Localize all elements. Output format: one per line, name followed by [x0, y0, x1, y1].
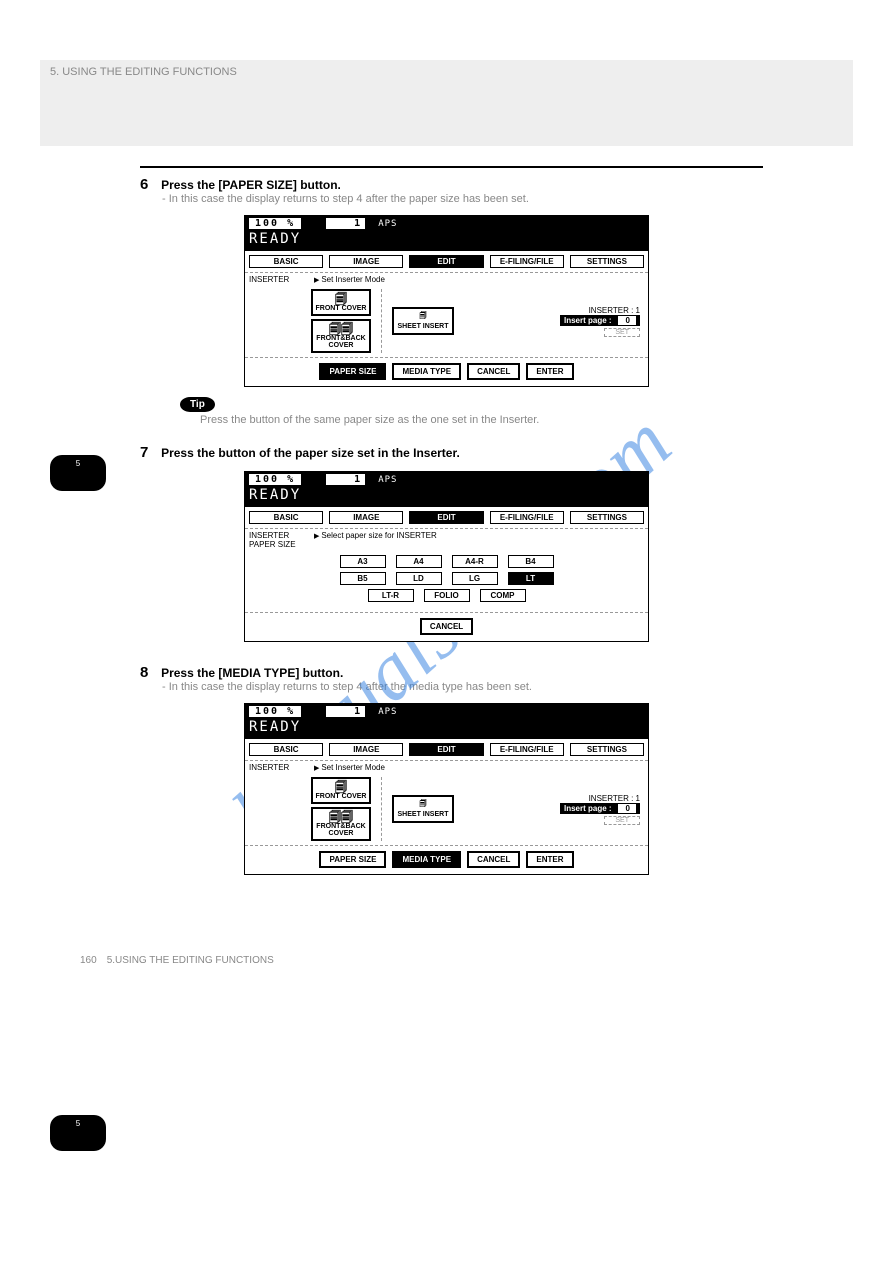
step-sub: - In this case the display returns to st… — [162, 681, 763, 693]
enter-button[interactable]: ENTER — [526, 851, 573, 868]
paper-size-button[interactable]: PAPER SIZE — [319, 851, 386, 868]
mode-left-label: INSERTER — [249, 763, 314, 772]
size-a3-button[interactable]: A3 — [340, 555, 386, 568]
front-back-cover-button[interactable]: 🗐🗐FRONT&BACK COVER — [311, 807, 371, 841]
tab-e-filing-file[interactable]: E-FILING/FILE — [490, 255, 564, 268]
media-type-button[interactable]: MEDIA TYPE — [392, 851, 461, 868]
tab-e-filing-file[interactable]: E-FILING/FILE — [490, 743, 564, 756]
zoom-percent: 100 % — [249, 706, 301, 717]
cancel-button[interactable]: CANCEL — [420, 618, 473, 635]
page-number: 160 — [80, 955, 97, 966]
horizontal-rule — [140, 166, 763, 168]
mode-hint: Select paper size for INSERTER — [314, 531, 437, 549]
tab-image[interactable]: IMAGE — [329, 511, 403, 524]
size-lt-button[interactable]: LT — [508, 572, 554, 585]
zoom-percent: 100 % — [249, 218, 301, 229]
section-header-text: 5. USING THE EDITING FUNCTIONS — [50, 66, 237, 78]
panel-header: 100 % 1 APS READY — [245, 216, 648, 251]
status-ready: READY — [249, 487, 644, 503]
copy-count: 1 — [326, 218, 365, 229]
step-text: Press the button of the paper size set i… — [161, 446, 460, 460]
step-text: Press the [PAPER SIZE] button. — [161, 178, 341, 192]
size-ld-button[interactable]: LD — [396, 572, 442, 585]
tab-edit[interactable]: EDIT — [409, 255, 483, 268]
lcd-panel-b: 100 % 1 APS READY BASIC IMAGE EDIT E-FILING… — [244, 471, 649, 642]
zoom-percent: 100 % — [249, 474, 301, 485]
cancel-button[interactable]: CANCEL — [467, 851, 520, 868]
mode-hint: Set Inserter Mode — [314, 275, 385, 284]
set-button-disabled: SET — [604, 328, 640, 337]
tab-basic[interactable]: BASIC — [249, 511, 323, 524]
tab-basic[interactable]: BASIC — [249, 743, 323, 756]
front-cover-button[interactable]: 🗐FRONT COVER — [311, 777, 371, 804]
front-cover-button[interactable]: 🗐FRONT COVER — [311, 289, 371, 316]
step-6: 6 Press the [PAPER SIZE] button. - In th… — [140, 176, 763, 205]
set-button-disabled: SET — [604, 816, 640, 825]
size-a4-button[interactable]: A4 — [396, 555, 442, 568]
insert-page-band: Insert page : 0 — [560, 315, 640, 326]
vertical-divider — [381, 777, 382, 841]
step-number: 8 — [140, 664, 158, 681]
size-lg-button[interactable]: LG — [452, 572, 498, 585]
size-a4-r-button[interactable]: A4-R — [452, 555, 498, 568]
media-type-button[interactable]: MEDIA TYPE — [392, 363, 461, 380]
sheet-insert-button[interactable]: 🗐SHEET INSERT — [392, 307, 454, 335]
aps-label: APS — [378, 219, 397, 229]
step-sub: - In this case the display returns to st… — [162, 193, 763, 205]
size-lt-r-button[interactable]: LT-R — [368, 589, 414, 602]
status-ready: READY — [249, 719, 644, 735]
tab-edit[interactable]: EDIT — [409, 511, 483, 524]
paper-size-button[interactable]: PAPER SIZE — [319, 363, 386, 380]
status-ready: READY — [249, 231, 644, 247]
aps-label: APS — [378, 475, 397, 485]
vertical-divider — [381, 289, 382, 353]
tab-basic[interactable]: BASIC — [249, 255, 323, 268]
chapter-tab-b: 5 — [50, 1115, 106, 1151]
lcd-panel-c: 100 % 1 APS READY BASIC IMAGE EDIT E-FILING… — [244, 703, 649, 875]
front-back-cover-button[interactable]: 🗐🗐FRONT&BACK COVER — [311, 319, 371, 353]
tab-e-filing-file[interactable]: E-FILING/FILE — [490, 511, 564, 524]
enter-button[interactable]: ENTER — [526, 363, 573, 380]
panel-header: 100 % 1 APS READY — [245, 472, 648, 507]
copy-count: 1 — [326, 474, 365, 485]
tab-settings[interactable]: SETTINGS — [570, 743, 644, 756]
copy-count: 1 — [326, 706, 365, 717]
inserter-tray-info: INSERTER : 1 — [560, 794, 640, 803]
mode-left-label: INSERTER — [249, 275, 314, 284]
tip-text: Press the button of the same paper size … — [200, 414, 853, 426]
inserter-tray-info: INSERTER : 1 — [560, 306, 640, 315]
insert-page-label: Insert page : — [564, 804, 612, 813]
insert-page-value[interactable]: 0 — [618, 316, 636, 325]
size-comp-button[interactable]: COMP — [480, 589, 526, 602]
step-number: 7 — [140, 444, 158, 461]
tip-pill: Tip — [180, 397, 215, 412]
page-footer: 160 5.USING THE EDITING FUNCTIONS — [40, 955, 853, 966]
size-folio-button[interactable]: FOLIO — [424, 589, 470, 602]
tab-settings[interactable]: SETTINGS — [570, 255, 644, 268]
cancel-button[interactable]: CANCEL — [467, 363, 520, 380]
mode-hint: Set Inserter Mode — [314, 763, 385, 772]
size-b4-button[interactable]: B4 — [508, 555, 554, 568]
tab-image[interactable]: IMAGE — [329, 743, 403, 756]
panel-header: 100 % 1 APS READY — [245, 704, 648, 739]
insert-page-label: Insert page : — [564, 316, 612, 325]
mode-left-label: INSERTER PAPER SIZE — [249, 531, 314, 549]
tab-settings[interactable]: SETTINGS — [570, 511, 644, 524]
footer-title: 5.USING THE EDITING FUNCTIONS — [107, 955, 274, 966]
insert-page-band: Insert page : 0 — [560, 803, 640, 814]
tab-image[interactable]: IMAGE — [329, 255, 403, 268]
size-b5-button[interactable]: B5 — [340, 572, 386, 585]
step-number: 6 — [140, 176, 158, 193]
tab-edit[interactable]: EDIT — [409, 743, 483, 756]
aps-label: APS — [378, 707, 397, 717]
section-header-bar: 5. USING THE EDITING FUNCTIONS — [40, 60, 853, 146]
insert-page-value[interactable]: 0 — [618, 804, 636, 813]
lcd-panel-a: 100 % 1 APS READY BASIC IMAGE EDIT E-FILING… — [244, 215, 649, 387]
sheet-insert-button[interactable]: 🗐SHEET INSERT — [392, 795, 454, 823]
